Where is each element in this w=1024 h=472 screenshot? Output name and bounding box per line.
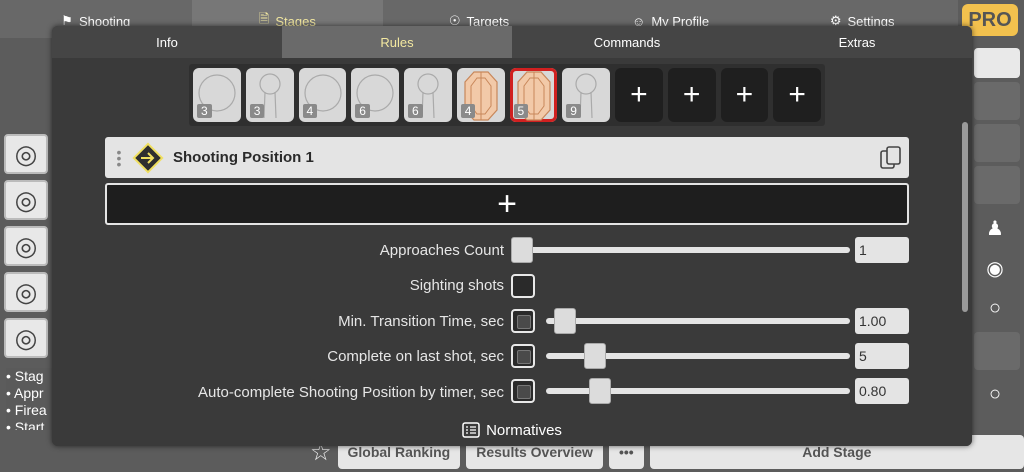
autocomplete-timer-value[interactable]: 0.80 — [855, 378, 909, 404]
sighting-shots-checkbox[interactable] — [511, 274, 535, 298]
tab-info[interactable]: Info — [52, 26, 282, 58]
add-target-slot[interactable]: + — [720, 68, 769, 122]
complete-last-shot-value[interactable]: 5 — [855, 343, 909, 369]
radio-selected-icon[interactable]: ◉ — [972, 248, 1018, 288]
add-target-slot[interactable]: + — [615, 68, 663, 122]
approaches-count-label: Approaches Count — [379, 242, 504, 259]
stage-editor-modal: Info Rules Commands Extras 3 3 4 6 6 4 5 9 + + + + … — [52, 26, 972, 446]
approaches-count-value[interactable]: 1 — [855, 237, 909, 263]
right-tile — [974, 82, 1020, 120]
autocomplete-timer-label: Auto-complete Shooting Position by timer… — [198, 384, 504, 401]
background-stage-list: • Stag • Appr • Firea • Start — [6, 368, 56, 430]
transition-time-slider-thumb[interactable] — [554, 308, 576, 334]
right-tile — [974, 166, 1020, 204]
sighting-shots-label: Sighting shots — [409, 277, 504, 294]
shooting-position-title: Shooting Position 1 — [173, 149, 314, 166]
normatives-button[interactable]: Normatives — [52, 414, 972, 446]
transition-time-checkbox[interactable] — [511, 309, 535, 333]
target-slot-round[interactable]: 3 — [193, 68, 241, 122]
direction-diamond-icon — [132, 141, 164, 174]
scrollbar[interactable] — [962, 122, 968, 312]
transition-time-value[interactable]: 1.00 — [855, 308, 909, 334]
complete-last-shot-slider-thumb[interactable] — [584, 343, 606, 369]
plus-icon: + — [630, 78, 648, 111]
copy-icon[interactable] — [879, 145, 903, 171]
list-item: • Stag — [6, 368, 44, 384]
complete-last-shot-checkbox[interactable] — [511, 344, 535, 368]
target-stack-icon[interactable]: ◎ — [4, 318, 48, 358]
checklist-icon — [462, 422, 480, 438]
radio-icon[interactable]: ○ — [972, 288, 1018, 328]
normatives-label: Normatives — [486, 421, 562, 439]
target-selector-strip: 3 3 4 6 6 4 5 9 + + + + — [189, 64, 825, 126]
target-stack-icon[interactable]: ◎ — [4, 272, 48, 312]
target-stack-icon[interactable]: ◎ — [4, 226, 48, 266]
target-slot-round[interactable]: 6 — [351, 68, 399, 122]
target-count: 3 — [249, 104, 265, 118]
drag-handle-icon[interactable]: • • • — [113, 145, 125, 171]
target-count: 3 — [197, 104, 212, 118]
shooting-position-header[interactable]: • • • Shooting Position 1 — [105, 137, 909, 178]
right-tile — [974, 332, 1020, 370]
tab-extras[interactable]: Extras — [742, 26, 972, 58]
radio-icon[interactable]: ○ — [972, 374, 1018, 414]
target-slot-ipsc[interactable]: 4 — [456, 68, 505, 122]
add-target-slot[interactable]: + — [773, 68, 821, 122]
plus-icon: + — [788, 78, 806, 111]
list-item: • Appr — [6, 385, 44, 401]
autocomplete-timer-checkbox[interactable] — [511, 379, 535, 403]
transition-time-label: Min. Transition Time, sec — [338, 313, 504, 330]
background-left-panel: ◎ ◎ ◎ ◎ ◎ — [4, 134, 54, 364]
autocomplete-timer-slider-thumb[interactable] — [589, 378, 611, 404]
target-slot-popper[interactable]: 9 — [562, 68, 610, 122]
list-item: • Start — [6, 419, 45, 430]
plus-icon: + — [497, 184, 517, 223]
target-count: 5 — [513, 104, 529, 118]
target-slot-round[interactable]: 4 — [298, 68, 347, 122]
list-item: • Firea — [6, 402, 47, 418]
transition-time-slider[interactable] — [546, 318, 850, 324]
target-count: 9 — [566, 104, 581, 118]
add-target-slot[interactable]: + — [667, 68, 716, 122]
tab-commands[interactable]: Commands — [512, 26, 742, 58]
target-count: 4 — [460, 104, 476, 118]
target-count: 6 — [355, 104, 370, 118]
target-stack-icon[interactable]: ◎ — [4, 134, 48, 174]
target-slot-popper[interactable]: 3 — [245, 68, 294, 122]
target-stack-icon[interactable]: ◎ — [4, 180, 48, 220]
plus-icon: + — [735, 78, 754, 111]
target-slot-ipsc[interactable]: 5 — [509, 68, 558, 122]
right-tile — [974, 124, 1020, 162]
right-tile — [974, 48, 1020, 78]
approaches-count-slider-thumb[interactable] — [511, 237, 533, 263]
complete-last-shot-label: Complete on last shot, sec — [327, 348, 504, 365]
user-icon[interactable]: ♟ — [972, 208, 1018, 248]
target-slot-popper[interactable]: 6 — [404, 68, 452, 122]
background-right-panel: ♟ ◉ ○ ○ — [972, 44, 1024, 472]
tab-rules[interactable]: Rules — [282, 26, 512, 58]
target-count: 4 — [302, 104, 318, 118]
plus-icon: + — [682, 78, 701, 111]
target-count: 6 — [408, 104, 423, 118]
approaches-count-slider[interactable] — [522, 247, 850, 253]
modal-tabs: Info Rules Commands Extras — [52, 26, 972, 58]
add-shooting-position-button[interactable]: + — [105, 183, 909, 225]
